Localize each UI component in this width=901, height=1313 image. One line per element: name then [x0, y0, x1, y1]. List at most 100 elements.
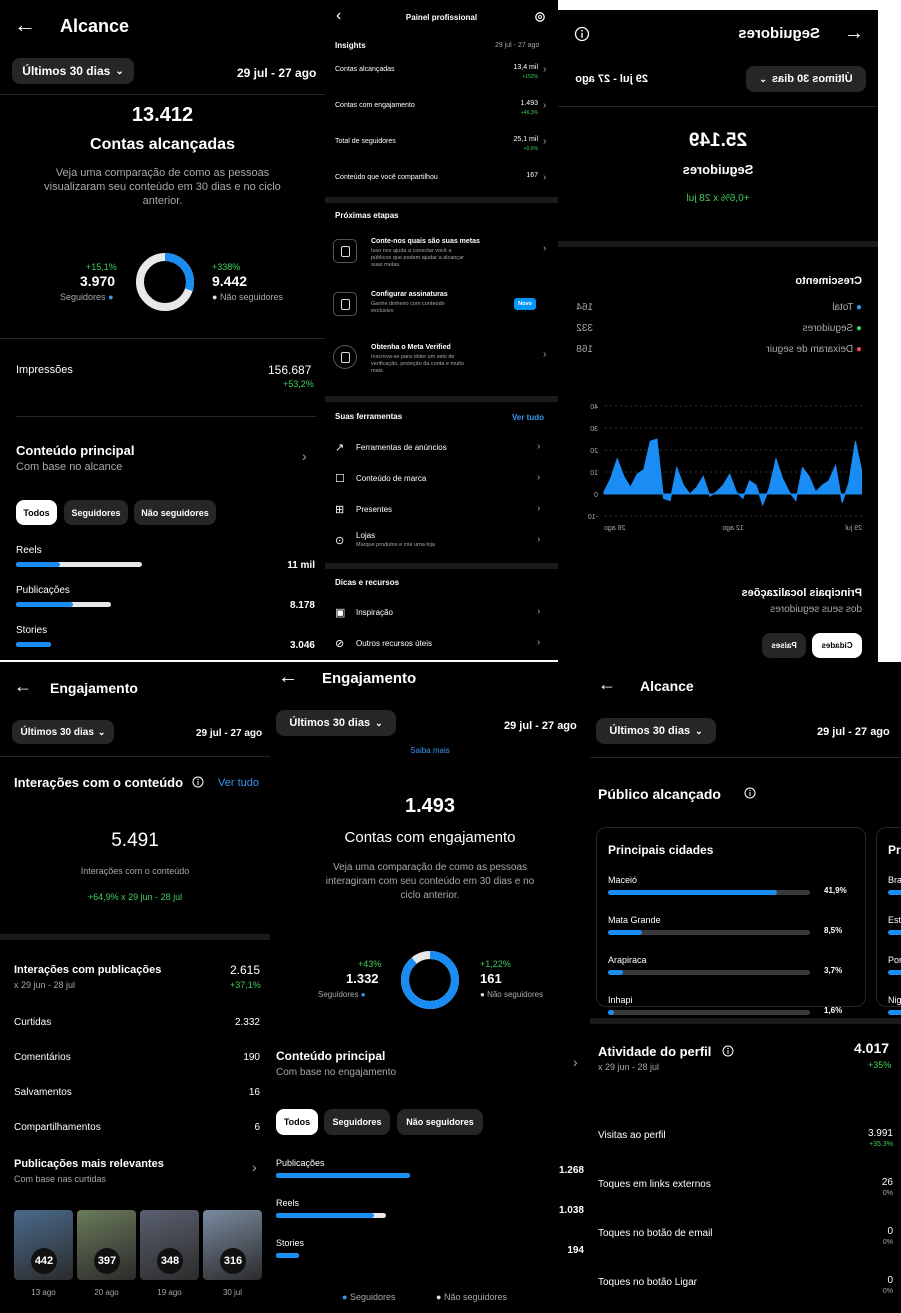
city-percent: 1,6%	[824, 1006, 843, 1015]
profile-activity-subtitle: x 29 jun - 28 jul	[598, 1062, 660, 1072]
city-name: Inhapi	[608, 995, 633, 1005]
activity-label: Toques em links externos	[598, 1179, 711, 1190]
chevron-right-icon[interactable]: ›	[537, 606, 540, 617]
chevron-down-icon: ⌄	[115, 65, 124, 77]
y-tick-label: 40	[590, 404, 598, 411]
date-range-dropdown[interactable]: Últimos 30 dias ⌄	[12, 720, 114, 744]
info-icon[interactable]	[744, 787, 756, 799]
big-label: Contas com engajamento	[344, 829, 516, 846]
locations-title: Principais localizações	[741, 587, 862, 599]
tip-item-label[interactable]: Outros recursos úteis	[356, 639, 432, 648]
chevron-right-icon[interactable]: ›	[302, 448, 307, 464]
metric-label[interactable]: Conteúdo que você compartilhou	[335, 174, 438, 181]
date-range-dropdown[interactable]: Últimos 30 dias ⌄	[276, 710, 396, 736]
panel-engagement-interactions: ← Engajamento Últimos 30 dias ⌄ 29 jul - …	[0, 662, 270, 1313]
post-thumbnail[interactable]: 348	[140, 1210, 199, 1280]
see-all-link[interactable]: Ver tudo	[218, 777, 259, 789]
date-range-dropdown[interactable]: Últimos 30 dias ⌄	[12, 58, 134, 84]
see-all-link[interactable]: Ver tudo	[512, 413, 544, 422]
description-line: ciclo anterior.	[400, 890, 460, 901]
section-title: Interações com o conteúdo	[14, 775, 184, 790]
clipboard-icon	[333, 239, 357, 263]
chevron-right-icon[interactable]: ›	[543, 136, 546, 147]
next-step-title[interactable]: Conte-nos quais são suas metas	[371, 238, 480, 245]
post-interactions-subtitle: x 29 jun - 28 jul	[14, 980, 76, 990]
branded-content-icon: ☐	[335, 473, 345, 485]
interactions-change: +64,9% x 29 jun - 28 jul	[87, 892, 183, 902]
tab-all[interactable]: Todos	[16, 500, 57, 525]
city-bar-track	[608, 970, 810, 975]
interaction-value: 190	[243, 1052, 260, 1063]
post-thumbnail[interactable]: 397	[77, 1210, 136, 1280]
tool-item-label[interactable]: Ferramentas de anúncios	[356, 443, 447, 452]
settings-gear-icon[interactable]	[534, 11, 546, 23]
back-arrow-icon[interactable]: ←	[598, 674, 616, 695]
metric-label[interactable]: Total de seguidores	[335, 138, 396, 145]
chevron-right-icon[interactable]: ›	[543, 100, 546, 111]
description-line: interagiram com seu conteúdo em 30 dias …	[325, 876, 535, 887]
chevron-right-icon[interactable]: ›	[543, 243, 546, 254]
chevron-right-icon[interactable]: ›	[537, 637, 540, 648]
chevron-right-icon[interactable]: ›	[543, 172, 546, 183]
content-type-label: Publicações	[276, 1158, 325, 1168]
next-step-title[interactable]: Configurar assinaturas	[371, 291, 448, 298]
shop-bag-icon: ⊙	[335, 535, 345, 547]
date-span: 29 jul - 27 ago	[817, 726, 890, 738]
followers-bar	[276, 1253, 299, 1258]
back-arrow-icon[interactable]: ←	[14, 676, 32, 697]
y-tick-label: 30	[590, 426, 598, 433]
date-range-dropdown[interactable]: Últimos 30 dias ⌄	[746, 66, 866, 92]
tools-title: Suas ferramentas	[335, 412, 403, 421]
back-arrow-icon[interactable]: ←	[14, 12, 36, 38]
tool-item-label[interactable]: Conteúdo de marca	[356, 474, 426, 483]
panel-professional-dashboard: ‹ Painel profissional Insights 29 jul - …	[325, 0, 558, 660]
interaction-label: Salvamentos	[14, 1087, 72, 1098]
activity-change: +35,3%	[869, 1141, 893, 1148]
tool-item-label[interactable]: Presentes	[356, 505, 392, 514]
chevron-right-icon[interactable]: ›	[537, 534, 540, 545]
legend-value: 332	[576, 323, 593, 334]
tab-non-followers[interactable]: Não seguidores	[134, 500, 216, 525]
chevron-right-icon[interactable]: ›	[537, 503, 540, 514]
legend-value: 168	[576, 344, 593, 355]
tool-item-label[interactable]: Lojas	[356, 531, 375, 540]
chevron-right-icon[interactable]: ›	[537, 441, 540, 452]
profile-activity-title: Atividade do perfil	[598, 1044, 712, 1059]
info-icon[interactable]	[192, 776, 204, 788]
tab-countries[interactable]: Países	[762, 633, 806, 658]
chevron-right-icon[interactable]: ›	[543, 349, 546, 360]
info-icon[interactable]	[574, 26, 590, 42]
chevron-right-icon[interactable]: ›	[252, 1159, 257, 1175]
growth-area-chart: 40 30 20 10 0 -10 29 jul 12 ago 26 ago	[588, 404, 862, 532]
page-title: Painel profissional	[405, 13, 478, 22]
chevron-right-icon[interactable]: ›	[537, 472, 540, 483]
top-posts-title: Publicações mais relevantes	[14, 1158, 164, 1170]
info-icon[interactable]	[722, 1045, 734, 1057]
impressions-label: Impressões	[16, 364, 73, 376]
learn-more-link[interactable]: Saiba mais	[270, 746, 590, 755]
divider	[0, 934, 270, 940]
big-number: 5.491	[111, 830, 159, 851]
chevron-right-icon[interactable]: ›	[543, 64, 546, 75]
metric-label[interactable]: Contas com engajamento	[335, 102, 415, 109]
tab-all[interactable]: Todos	[276, 1109, 318, 1135]
tip-item-label[interactable]: Inspiração	[356, 608, 393, 617]
post-thumbnail[interactable]: 442	[14, 1210, 73, 1280]
date-range-dropdown[interactable]: Últimos 30 dias ⌄	[596, 718, 716, 744]
chevron-right-icon[interactable]: ›	[573, 1054, 578, 1070]
tab-followers[interactable]: Seguidores	[324, 1109, 390, 1135]
post-thumbnail[interactable]: 316	[203, 1210, 262, 1280]
back-arrow-icon[interactable]: ←	[844, 22, 864, 45]
metric-label[interactable]: Contas alcançadas	[335, 66, 395, 73]
back-arrow-icon[interactable]: ←	[278, 666, 298, 689]
activity-change: 0%	[882, 1190, 893, 1197]
city-name: Mata Grande	[608, 915, 661, 925]
next-step-title[interactable]: Obtenha o Meta Verified	[371, 344, 451, 351]
legend-followers: ● Seguidores	[342, 1292, 396, 1302]
tab-cities[interactable]: Cidades	[812, 633, 862, 658]
tab-non-followers[interactable]: Não seguidores	[397, 1109, 483, 1135]
interaction-label: Compartilhamentos	[14, 1122, 101, 1133]
metric-value: 167	[526, 172, 538, 179]
followers-change: +15,1%	[86, 262, 117, 272]
tab-followers[interactable]: Seguidores	[64, 500, 128, 525]
